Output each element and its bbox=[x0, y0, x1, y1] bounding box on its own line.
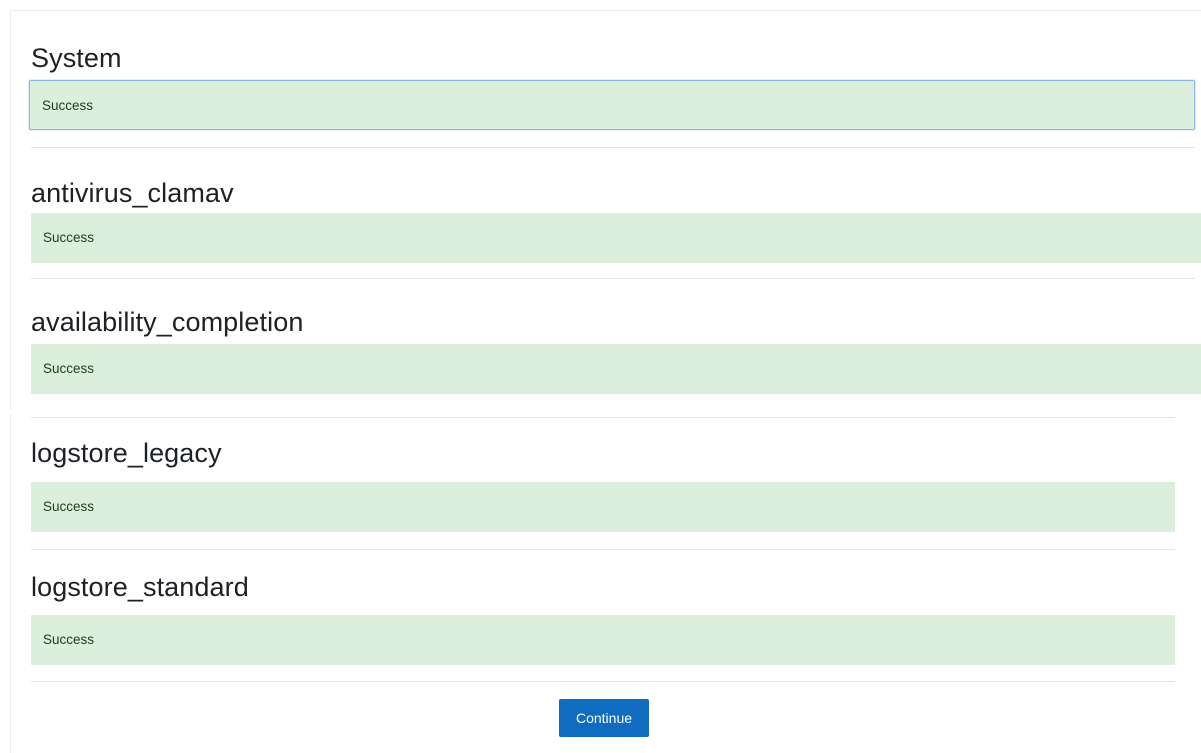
continue-button[interactable]: Continue bbox=[559, 699, 649, 737]
section-title: antivirus_clamav bbox=[31, 178, 234, 208]
divider bbox=[31, 278, 1195, 279]
divider bbox=[31, 549, 1175, 550]
section-title: availability_completion bbox=[31, 307, 304, 337]
success-notice: Success bbox=[29, 80, 1195, 130]
section-title: System bbox=[31, 43, 122, 73]
section-title: logstore_standard bbox=[31, 572, 249, 602]
upgrade-results-panel-top: System Success antivirus_clamav Success … bbox=[10, 10, 1201, 410]
success-notice: Success bbox=[31, 213, 1201, 263]
divider bbox=[31, 147, 1195, 148]
success-notice: Success bbox=[31, 615, 1175, 665]
section-title: logstore_legacy bbox=[31, 438, 222, 468]
success-notice: Success bbox=[31, 344, 1201, 394]
divider bbox=[31, 417, 1175, 418]
success-notice: Success bbox=[31, 482, 1175, 532]
divider bbox=[31, 681, 1175, 682]
upgrade-results-panel-bottom: logstore_legacy Success logstore_standar… bbox=[10, 415, 1191, 753]
